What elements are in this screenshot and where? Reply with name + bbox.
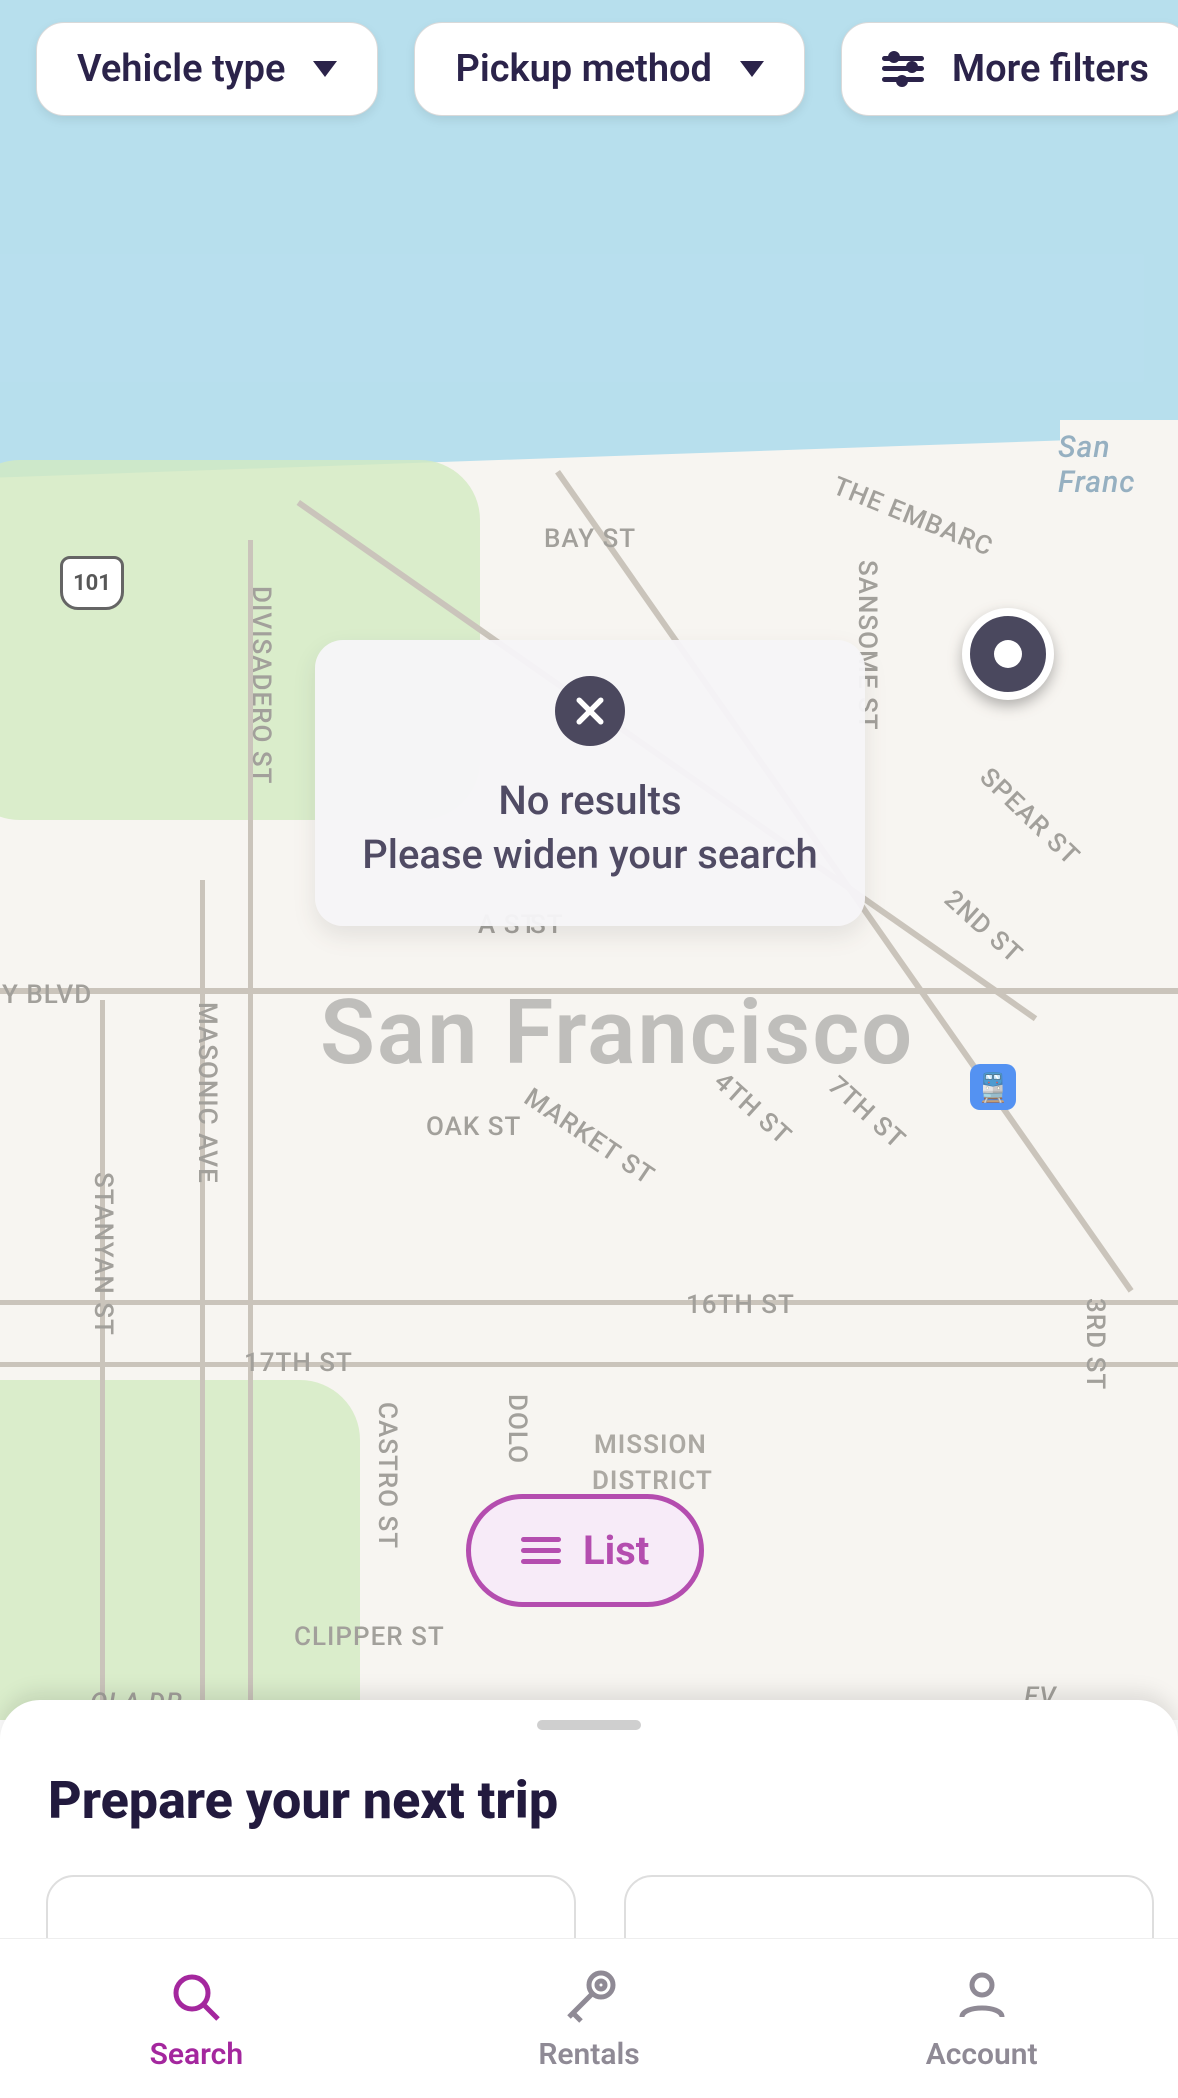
more-filters-button[interactable]: More filters <box>841 22 1178 116</box>
street-label: 16TH ST <box>686 1290 795 1320</box>
account-icon <box>952 1965 1012 2029</box>
no-results-title: No results <box>345 774 835 828</box>
street-label: CASTRO ST <box>372 1402 402 1549</box>
no-results-card: No results Please widen your search <box>315 640 865 926</box>
sheet-grab-handle[interactable] <box>537 1720 641 1730</box>
location-marker[interactable] <box>962 608 1054 700</box>
nav-search[interactable]: Search <box>0 1939 393 2098</box>
nav-label: Rentals <box>538 2037 639 2072</box>
list-button-label: List <box>583 1527 649 1574</box>
chevron-down-icon <box>740 61 764 77</box>
highway-shield-icon: 101 <box>60 556 124 610</box>
no-results-icon <box>555 676 625 746</box>
filter-label: Vehicle type <box>77 47 285 91</box>
vehicle-type-filter[interactable]: Vehicle type <box>36 22 378 116</box>
street-label: DIVISADERO ST <box>246 586 276 784</box>
no-results-subtitle: Please widen your search <box>345 828 835 882</box>
list-icon <box>521 1531 561 1570</box>
pickup-method-filter[interactable]: Pickup method <box>414 22 804 116</box>
nav-rentals[interactable]: Rentals <box>393 1939 786 2098</box>
list-view-button[interactable]: List <box>466 1494 704 1607</box>
ocean-label: San Franc <box>1058 430 1178 500</box>
nav-account[interactable]: Account <box>785 1939 1178 2098</box>
map-canvas[interactable]: San Francisco BAY ST DIVISADERO ST Y BLV… <box>0 0 1178 1720</box>
key-icon <box>557 1965 621 2029</box>
search-icon <box>166 1965 226 2029</box>
street-label: DOLO <box>502 1394 532 1464</box>
bottom-nav: Search Rentals Account <box>0 1938 1178 2098</box>
street-label: STANYAN ST <box>88 1172 118 1336</box>
filter-label: More filters <box>952 47 1149 91</box>
filter-bar: Vehicle type Pickup method More filters <box>36 22 1178 116</box>
city-label: San Francisco <box>320 980 914 1085</box>
street-label: 3RD ST <box>1080 1298 1110 1390</box>
nav-label: Search <box>150 2037 243 2072</box>
district-label: DISTRICT <box>592 1466 713 1496</box>
sliders-icon <box>882 52 924 86</box>
street-label: 17TH ST <box>244 1348 353 1378</box>
street-label: BAY ST <box>544 524 636 554</box>
street-label: OAK ST <box>426 1112 521 1142</box>
district-label: MISSION <box>594 1430 707 1460</box>
chevron-down-icon <box>313 61 337 77</box>
street-label: MASONIC AVE <box>192 1002 222 1184</box>
street-label: Y BLVD <box>2 980 92 1010</box>
nav-label: Account <box>926 2037 1038 2072</box>
filter-label: Pickup method <box>455 47 711 91</box>
street-label: CLIPPER ST <box>294 1622 445 1652</box>
transit-station-icon: 🚆 <box>970 1064 1016 1110</box>
sheet-heading: Prepare your next trip <box>48 1770 1178 1831</box>
